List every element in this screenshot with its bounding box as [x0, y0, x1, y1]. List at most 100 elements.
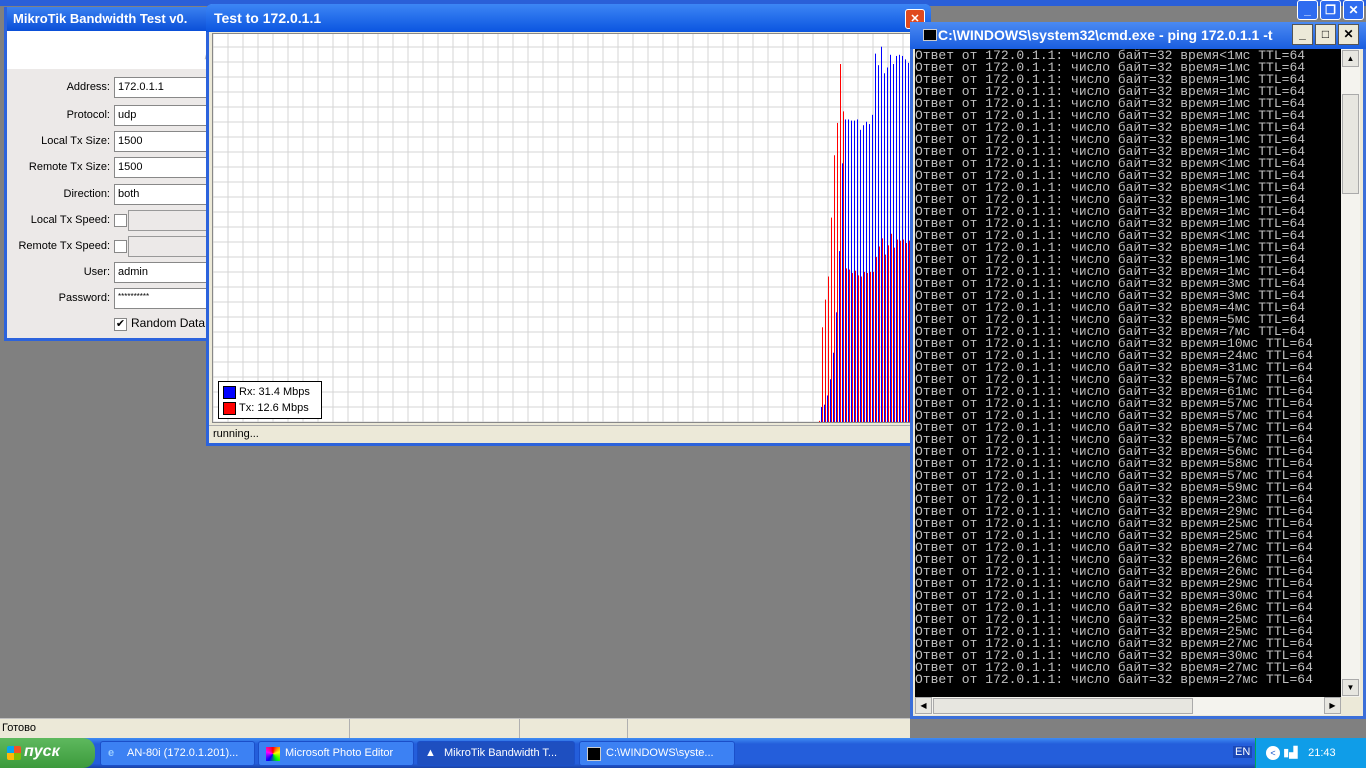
direction-label: Direction:	[63, 188, 110, 200]
rx-bar	[890, 54, 891, 423]
bandwidth-chart: Rx: 31.4 Mbps Tx: 12.6 Mbps	[212, 33, 925, 423]
restore-button[interactable]: ❐	[1320, 0, 1341, 20]
tx-bar	[855, 270, 856, 422]
remote-tx-speed-label: Remote Tx Speed:	[18, 240, 110, 252]
ping-reply-line: Ответ от 172.0.1.1: число байт=32 время=…	[915, 672, 1313, 687]
task-label: C:\WINDOWS\syste...	[606, 747, 714, 759]
tx-bar	[837, 122, 838, 423]
bandwidth-chart-svg	[212, 34, 924, 423]
protocol-label: Protocol:	[66, 109, 110, 121]
tx-bar	[900, 240, 901, 422]
status-pane	[520, 719, 628, 739]
password-input[interactable]: **********	[114, 288, 214, 309]
rx-bar	[887, 67, 888, 422]
tx-bar	[819, 420, 820, 422]
scroll-left-icon[interactable]: ◀	[915, 697, 932, 714]
local-tx-speed-checkbox[interactable]	[114, 214, 127, 227]
rx-bar	[851, 120, 852, 422]
ie-icon: e	[108, 747, 115, 759]
rx-bar	[896, 55, 897, 422]
rx-bar	[866, 121, 867, 422]
remote-tx-size-input[interactable]: 1500	[114, 157, 214, 178]
close-button[interactable]: ✕	[1343, 0, 1364, 20]
task-label: AN-80i (172.0.1.201)...	[127, 747, 239, 759]
language-indicator[interactable]: EN	[1233, 746, 1253, 758]
rx-bar	[905, 59, 906, 423]
maximize-button[interactable]: □	[1315, 24, 1336, 45]
scroll-right-icon[interactable]: ▶	[1324, 697, 1341, 714]
rx-bar	[863, 125, 864, 422]
legend-tx-label: Tx: 12.6 Mbps	[239, 402, 309, 414]
rx-bar	[875, 53, 876, 422]
scroll-up-icon[interactable]: ▲	[1342, 50, 1359, 67]
chart-legend: Rx: 31.4 Mbps Tx: 12.6 Mbps	[218, 381, 322, 419]
tx-bar	[867, 273, 868, 422]
rx-bar	[824, 404, 825, 422]
rx-bar	[893, 64, 894, 423]
mikrotik-title[interactable]: MikroTik Bandwidth Test v0.	[7, 7, 217, 31]
remote-tx-speed-checkbox[interactable]	[114, 240, 127, 253]
remote-tx-size-row: Remote Tx Size: 1500	[7, 157, 217, 179]
cmd-window: C:\WINDOWS\system32\cmd.exe - ping 172.0…	[910, 22, 1366, 719]
scroll-thumb[interactable]	[933, 698, 1193, 714]
tx-bar	[846, 268, 847, 422]
rx-bar	[821, 406, 822, 422]
rx-bar	[842, 163, 843, 423]
horizontal-scrollbar[interactable]: ◀ ▶	[915, 697, 1341, 715]
user-input[interactable]: admin	[114, 262, 214, 283]
minimize-button[interactable]: _	[1297, 0, 1318, 20]
tx-bar	[879, 246, 880, 422]
mikrotik-icon: ▲	[425, 747, 436, 759]
address-input[interactable]: 172.0.1.1	[114, 77, 214, 98]
rx-bar	[869, 124, 870, 423]
local-tx-speed-input[interactable]	[128, 210, 218, 231]
rx-bar	[833, 352, 834, 422]
rx-bar	[848, 119, 849, 422]
task-cmd[interactable]: C:\WINDOWS\syste...	[579, 741, 735, 766]
user-row: User: admin	[7, 262, 217, 284]
tray-expand-icon[interactable]: <	[1266, 746, 1280, 760]
remote-tx-speed-input[interactable]	[128, 236, 218, 257]
tx-bar	[888, 245, 889, 422]
rx-swatch	[223, 385, 236, 399]
random-data-checkbox[interactable]: ✔	[114, 318, 127, 331]
vertical-scrollbar[interactable]: ▲ ▼	[1341, 49, 1360, 697]
local-tx-speed-row: Local Tx Speed:	[7, 210, 218, 232]
address-label: Address:	[66, 81, 110, 93]
task-photo-editor[interactable]: Microsoft Photo Editor	[258, 741, 414, 766]
tx-bar	[882, 238, 883, 422]
protocol-row: Protocol: udp	[7, 105, 217, 127]
local-tx-speed-label: Local Tx Speed:	[30, 214, 110, 226]
start-label: пуск	[24, 743, 60, 760]
tx-bar	[840, 64, 841, 423]
remote-tx-size-label: Remote Tx Size:	[28, 161, 110, 173]
tx-swatch	[223, 401, 236, 415]
task-an80i[interactable]: e AN-80i (172.0.1.201)...	[100, 741, 255, 766]
task-label: Microsoft Photo Editor	[285, 747, 394, 759]
close-button[interactable]: ✕	[1338, 24, 1359, 45]
console-output: Ответ от 172.0.1.1: число байт=32 время<…	[915, 49, 1341, 697]
tx-bar	[858, 275, 859, 422]
scroll-thumb[interactable]	[1342, 94, 1359, 194]
clock: 21:43	[1308, 747, 1336, 759]
protocol-select[interactable]: udp	[114, 105, 214, 126]
tx-bar	[849, 269, 850, 422]
task-mikrotik[interactable]: ▲ MikroTik Bandwidth T...	[417, 741, 575, 766]
test-window-title[interactable]: Test to 172.0.1.1	[206, 4, 931, 32]
local-tx-size-input[interactable]: 1500	[114, 131, 214, 152]
network-icon[interactable]: ▮▟	[1283, 746, 1305, 759]
direction-select[interactable]: both	[114, 184, 214, 205]
rx-bar	[830, 379, 831, 422]
cmd-window-controls: _ □ ✕	[1292, 24, 1359, 45]
tx-bar	[897, 239, 898, 422]
tx-bar	[903, 239, 904, 422]
legend-rx: Rx: 31.4 Mbps	[223, 384, 317, 400]
tx-bar	[861, 276, 862, 422]
rx-bar	[899, 54, 900, 423]
taskbar: пуск e AN-80i (172.0.1.201)... Microsoft …	[0, 738, 1366, 768]
minimize-button[interactable]: _	[1292, 24, 1313, 45]
rx-bar	[884, 73, 885, 422]
test-status: running...	[209, 425, 928, 442]
scroll-down-icon[interactable]: ▼	[1342, 679, 1359, 696]
rx-bar	[902, 55, 903, 422]
